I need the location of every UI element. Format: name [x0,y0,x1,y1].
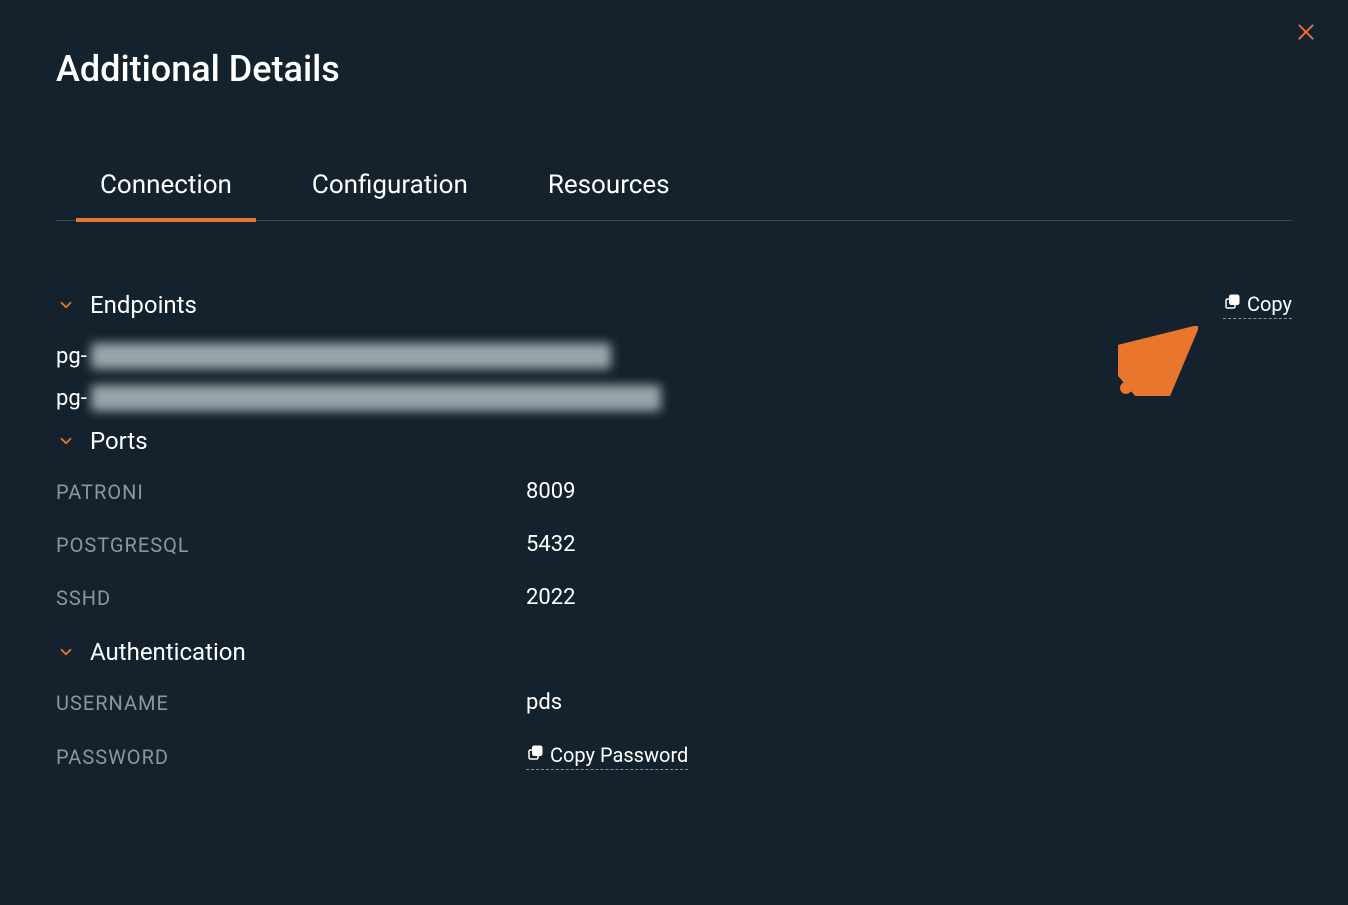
port-value: 2022 [526,585,575,610]
copy-password-label: Copy Password [550,743,688,767]
chevron-down-icon[interactable] [56,642,76,662]
tab-configuration[interactable]: Configuration [312,170,468,220]
endpoint-redacted [91,343,611,369]
endpoint-item: pg- [56,343,1292,369]
endpoints-header: Endpoints Copy [56,291,1292,319]
copy-endpoints-button[interactable]: Copy [1223,292,1292,319]
port-key: POSTGRESQL [56,533,526,557]
endpoint-item: pg- [56,385,1292,411]
endpoint-prefix: pg- [56,344,87,369]
port-value: 8009 [526,479,575,504]
port-row-sshd: SSHD 2022 [56,585,1292,610]
port-key: PATRONI [56,480,526,504]
ports-title: Ports [90,427,148,455]
copy-password-button[interactable]: Copy Password [526,743,688,770]
endpoints-title: Endpoints [90,291,197,319]
port-value: 5432 [526,532,575,557]
tab-content: Endpoints Copy pg- pg- [56,221,1292,770]
details-modal: Additional Details Connection Configurat… [0,0,1348,905]
auth-title: Authentication [90,638,246,666]
page-title: Additional Details [56,48,1292,90]
close-button[interactable] [1292,20,1320,48]
tabs: Connection Configuration Resources [56,170,1292,221]
ports-header: Ports [56,427,1292,455]
copy-icon [1223,292,1241,316]
port-row-postgresql: POSTGRESQL 5432 [56,532,1292,557]
copy-label: Copy [1247,292,1292,316]
port-row-patroni: PATRONI 8009 [56,479,1292,504]
chevron-down-icon[interactable] [56,431,76,451]
auth-row-password: PASSWORD Copy Password [56,743,1292,770]
auth-header: Authentication [56,638,1292,666]
auth-value: pds [526,690,562,715]
endpoint-redacted [91,385,661,411]
tab-connection[interactable]: Connection [100,170,232,220]
copy-icon [526,743,544,767]
endpoint-prefix: pg- [56,386,87,411]
auth-row-username: USERNAME pds [56,690,1292,715]
auth-key: USERNAME [56,691,526,715]
chevron-down-icon[interactable] [56,295,76,315]
close-icon [1296,22,1316,46]
tab-resources[interactable]: Resources [548,170,670,220]
port-key: SSHD [56,586,526,610]
auth-key: PASSWORD [56,745,526,769]
